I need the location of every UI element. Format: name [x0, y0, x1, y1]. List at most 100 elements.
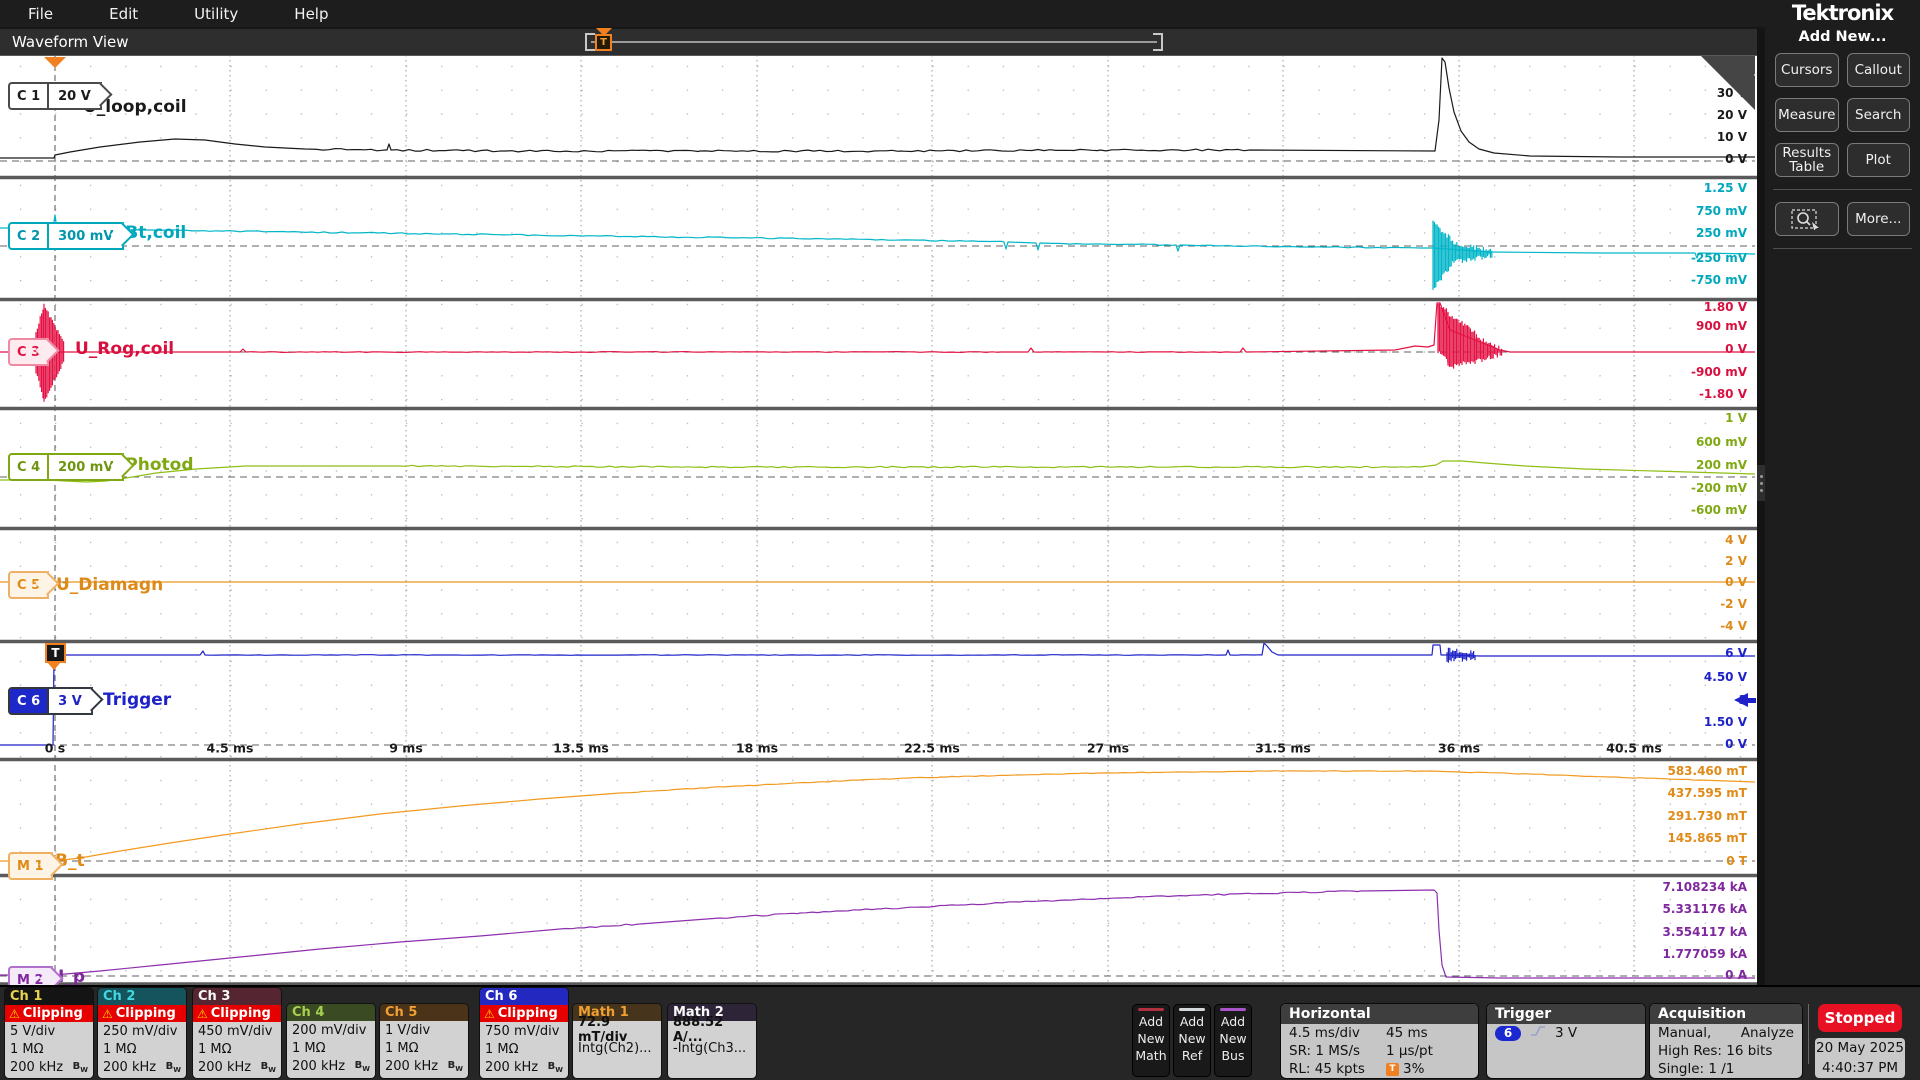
- channel-settings-badge-ch5[interactable]: Ch 51 V/div1 MΩ200 kHzBW: [380, 1004, 468, 1078]
- add-new-ref-button[interactable]: AddNewRef: [1173, 1004, 1211, 1077]
- button-stripe: [1179, 1008, 1205, 1011]
- scale-label: 1.25 V: [1704, 181, 1747, 195]
- channel-badge-c1[interactable]: C 120 V: [8, 82, 102, 110]
- trigger-position-icon-small: T: [1386, 1063, 1399, 1076]
- plot-button[interactable]: Plot: [1847, 143, 1911, 177]
- channel-badge-c5[interactable]: C 5: [8, 571, 49, 599]
- scale-label: 0 V: [1725, 342, 1747, 356]
- scale-label: 291.730 mT: [1667, 809, 1747, 823]
- scale-label: -1.80 V: [1699, 387, 1747, 401]
- sidebar-divider: [1773, 189, 1912, 190]
- badge-body: 200 mV/div1 MΩ200 kHzBW: [287, 1021, 375, 1078]
- badge-body: 1 V/div1 MΩ200 kHzBW: [380, 1021, 468, 1078]
- channel-badge-c2[interactable]: C 2300 mV: [8, 222, 124, 250]
- channel-badge-c3[interactable]: C 3: [8, 338, 49, 366]
- scale-label: 6 V: [1725, 646, 1747, 660]
- acquisition-panel-title: Acquisition: [1650, 1004, 1802, 1024]
- clipping-warning: ⚠Clipping: [98, 1005, 186, 1022]
- badge-row: 888.52 A/...: [673, 1021, 751, 1039]
- menu-edit[interactable]: Edit: [81, 5, 166, 23]
- trigger-source-marker[interactable]: T: [45, 643, 63, 670]
- channel-settings-badge-ch2[interactable]: Ch 2⚠Clipping250 mV/div1 MΩ200 kHzBW: [98, 988, 186, 1078]
- menu-help[interactable]: Help: [266, 5, 356, 23]
- menu-file[interactable]: File: [0, 5, 81, 23]
- results-table-button[interactable]: Results Table: [1775, 143, 1839, 177]
- channel-settings-badge-ch3[interactable]: Ch 3⚠Clipping450 mV/div1 MΩ200 kHzBW: [193, 988, 281, 1078]
- splitter-handle[interactable]: [1757, 465, 1765, 501]
- scale-label: -900 mV: [1691, 365, 1747, 379]
- channel-label-trigger[interactable]: Trigger: [103, 690, 171, 710]
- scale-label: 600 mV: [1696, 435, 1747, 449]
- badge-row: -Intg(Ch3...: [673, 1039, 751, 1057]
- channel-label-u-rog-coil[interactable]: U_Rog,coil: [75, 339, 174, 359]
- cursors-button[interactable]: Cursors: [1775, 53, 1839, 87]
- time-axis-label: 31.5 ms: [1255, 741, 1311, 756]
- callout-button[interactable]: Callout: [1847, 53, 1911, 87]
- channel-settings-badge-ch1[interactable]: Ch 1⚠Clipping5 V/div1 MΩ200 kHzBW: [5, 988, 93, 1078]
- channel-label-u-diamagn[interactable]: U_Diamagn: [56, 575, 163, 595]
- record-view-right-bracket: [1153, 33, 1163, 51]
- bandwidth-limit-indicator: BW: [448, 1060, 463, 1073]
- badge-header: Ch 3: [193, 988, 281, 1005]
- right-sidebar: Tektronix Add New... CursorsCalloutMeasu…: [1765, 0, 1920, 985]
- horizontal-row: SR: 1 MS/s1 µs/pt: [1281, 1042, 1478, 1060]
- badge-row: 1 MΩ: [385, 1039, 463, 1057]
- warning-icon: ⚠: [197, 1007, 208, 1021]
- badge-body: ⚠Clipping750 mV/div1 MΩ200 kHzBW: [480, 1005, 568, 1078]
- search-button[interactable]: Search: [1847, 98, 1911, 132]
- oscilloscope-app: FileEditUtilityHelp Waveform View T 30 V…: [0, 0, 1920, 1080]
- add-new-math-button[interactable]: AddNewMath: [1132, 1004, 1170, 1077]
- math-badge-math2[interactable]: Math 2888.52 A/...-Intg(Ch3...: [668, 1004, 756, 1078]
- channel-badge-c6[interactable]: C 63 V: [8, 687, 93, 715]
- clipping-warning: ⚠Clipping: [5, 1005, 93, 1022]
- horizontal-panel[interactable]: Horizontal 4.5 ms/div45 msSR: 1 MS/s1 µs…: [1281, 1004, 1478, 1078]
- badge-row: 1 MΩ: [292, 1039, 370, 1057]
- badge-body: 72.9 mT/divIntg(Ch2)...: [573, 1021, 661, 1078]
- add-new-bus-button[interactable]: AddNewBus: [1214, 1004, 1252, 1077]
- badge-row: 72.9 mT/div: [578, 1021, 656, 1039]
- channel-badge-c4[interactable]: C 4200 mV: [8, 453, 124, 481]
- acq-single: Single: 1 /1: [1650, 1060, 1802, 1078]
- warning-icon: ⚠: [9, 1007, 20, 1021]
- scale-label: 200 mV: [1696, 458, 1747, 472]
- zoom-select-button[interactable]: [1775, 202, 1839, 236]
- badge-row: Intg(Ch2)...: [578, 1039, 656, 1057]
- record-view-trigger-icon[interactable]: T: [595, 28, 612, 51]
- scale-label: 1 V: [1725, 411, 1747, 425]
- horizontal-row: RL: 45 kptsT3%: [1281, 1060, 1478, 1078]
- bottom-divider: [1808, 1004, 1809, 1064]
- run-stop-status-button[interactable]: Stopped: [1818, 1004, 1902, 1032]
- measure-button[interactable]: Measure: [1775, 98, 1839, 132]
- time-axis-label: 13.5 ms: [553, 741, 609, 756]
- acq-mode: Manual,: [1658, 1025, 1711, 1041]
- warning-icon: ⚠: [484, 1007, 495, 1021]
- trigger-panel[interactable]: Trigger 6 3 V: [1487, 1004, 1645, 1078]
- scale-label: 250 mV: [1696, 226, 1747, 240]
- more--button[interactable]: More...: [1847, 202, 1911, 236]
- menu-utility[interactable]: Utility: [166, 5, 266, 23]
- badge-row: 1 V/div: [385, 1021, 463, 1039]
- bandwidth-limit-indicator: BW: [73, 1061, 88, 1074]
- horizontal-row: 4.5 ms/div45 ms: [1281, 1024, 1478, 1042]
- scale-label: 0 V: [1725, 152, 1747, 166]
- channel-settings-badge-ch4[interactable]: Ch 4200 mV/div1 MΩ200 kHzBW: [287, 1004, 375, 1078]
- badge-header: Ch 6: [480, 988, 568, 1005]
- bandwidth-limit-indicator: BW: [548, 1061, 563, 1074]
- channel-badge-m1[interactable]: M 1: [8, 852, 53, 880]
- acquisition-panel[interactable]: Acquisition Manual, Analyze High Res: 16…: [1650, 1004, 1802, 1078]
- bottom-bar: Ch 1⚠Clipping5 V/div1 MΩ200 kHzBWCh 2⚠Cl…: [0, 985, 1920, 1080]
- trigger-level-arrow-icon[interactable]: [1734, 693, 1756, 707]
- channel-settings-badge-ch6[interactable]: Ch 6⚠Clipping750 mV/div1 MΩ200 kHzBW: [480, 988, 568, 1078]
- badge-id: C 6: [10, 689, 47, 713]
- menu-bar: FileEditUtilityHelp: [0, 0, 1765, 27]
- rising-edge-icon: [1529, 1024, 1547, 1042]
- trigger-position-icon[interactable]: [44, 57, 66, 68]
- scale-label: 1.80 V: [1704, 300, 1747, 314]
- trigger-source-badge: 6: [1495, 1026, 1521, 1041]
- zoom-corner-button[interactable]: [1701, 56, 1755, 110]
- badge-row: 1 MΩ: [103, 1040, 181, 1058]
- time-axis-label: 0 s: [45, 741, 66, 756]
- scale-label: 145.865 mT: [1667, 831, 1747, 845]
- record-view-bar[interactable]: T: [585, 32, 1163, 52]
- math-badge-math1[interactable]: Math 172.9 mT/divIntg(Ch2)...: [573, 1004, 661, 1078]
